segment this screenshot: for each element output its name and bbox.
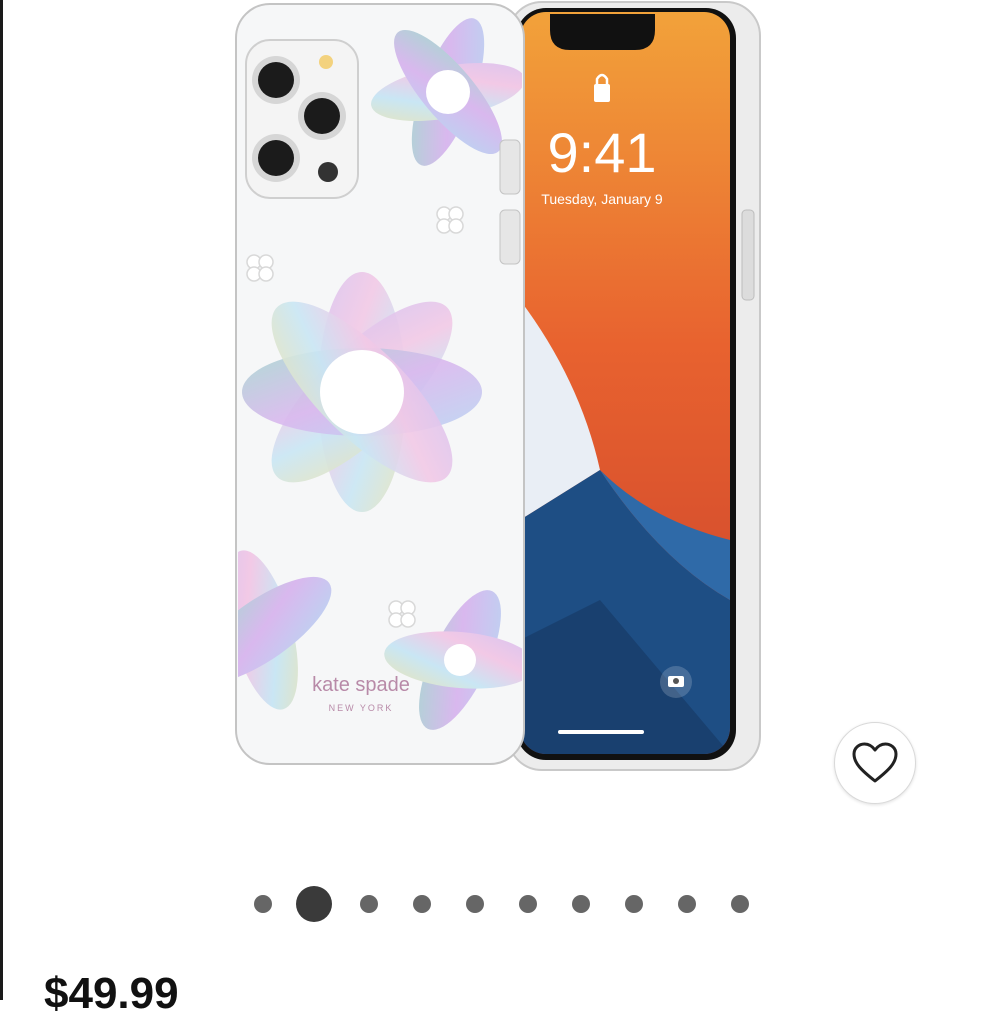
case-brand-city: NEW YORK	[329, 703, 394, 713]
carousel-dot-active[interactable]	[296, 886, 332, 922]
carousel-dot[interactable]	[731, 895, 749, 913]
lock-screen-date: Tuesday, January 9	[541, 191, 663, 207]
camera-icon	[660, 666, 692, 698]
carousel-dot[interactable]	[572, 895, 590, 913]
carousel-dot[interactable]	[413, 895, 431, 913]
carousel-dot[interactable]	[254, 895, 272, 913]
carousel-dot[interactable]	[678, 895, 696, 913]
carousel-dot[interactable]	[625, 895, 643, 913]
left-edge-divider	[0, 0, 3, 1000]
carousel-dot[interactable]	[360, 895, 378, 913]
case-brand-logo: kate spade	[312, 674, 410, 696]
carousel-dot[interactable]	[519, 895, 537, 913]
carousel-dot[interactable]	[466, 895, 484, 913]
heart-outline-icon	[852, 742, 898, 783]
favorite-button[interactable]	[834, 722, 916, 804]
lock-screen-time: 9:41	[548, 121, 657, 184]
product-image[interactable]: 9:41 Tuesday, January 9 kate spade NEW Y…	[200, 0, 800, 790]
product-price: $49.99	[44, 969, 179, 1018]
image-carousel-dots	[0, 884, 1000, 924]
